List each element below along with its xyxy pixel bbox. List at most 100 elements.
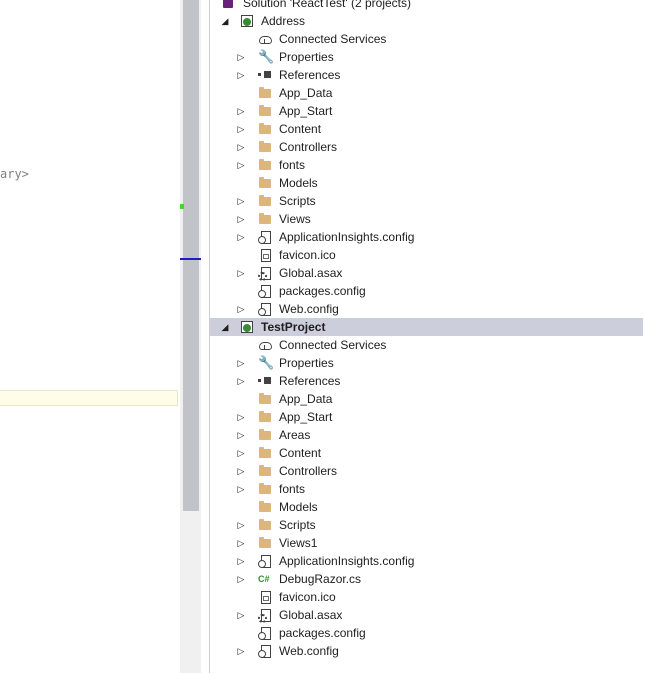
- tree-item[interactable]: ▷ ApplicationInsights.config: [210, 228, 643, 246]
- folder-icon: [258, 446, 272, 460]
- expanded-arrow-icon[interactable]: ◢: [220, 12, 230, 30]
- tree-item-label: ApplicationInsights.config: [279, 554, 415, 568]
- tree-item[interactable]: Connected Services: [210, 336, 643, 354]
- tree-item[interactable]: ▷ 🔧 Properties: [210, 48, 643, 66]
- folder-icon: [258, 176, 272, 190]
- tree-item[interactable]: ▷ Scripts: [210, 516, 643, 534]
- tree-item[interactable]: ▷ fonts: [210, 480, 643, 498]
- collapsed-arrow-icon[interactable]: ▷: [236, 192, 246, 210]
- tree-item[interactable]: ▷ Web.config: [210, 642, 643, 660]
- tree-item[interactable]: favicon.ico: [210, 246, 643, 264]
- tree-item[interactable]: ▷ ApplicationInsights.config: [210, 552, 643, 570]
- collapsed-arrow-icon[interactable]: ▷: [236, 570, 246, 588]
- tree-item-label: Scripts: [279, 194, 316, 208]
- collapsed-arrow-icon[interactable]: ▷: [236, 534, 246, 552]
- tree-item[interactable]: ▷ Content: [210, 444, 643, 462]
- tree-item-label: fonts: [279, 482, 306, 496]
- collapsed-arrow-icon[interactable]: ▷: [236, 444, 246, 462]
- folder-icon: [258, 536, 272, 550]
- config-file-icon: [258, 230, 272, 244]
- tree-item[interactable]: ▷ Controllers: [210, 138, 643, 156]
- tree-item[interactable]: ▷ References: [210, 372, 643, 390]
- image-file-icon: [258, 590, 272, 604]
- tree-item[interactable]: ▷ Controllers: [210, 462, 643, 480]
- tree-item[interactable]: ▷ Web.config: [210, 300, 643, 318]
- collapsed-arrow-icon[interactable]: ▷: [236, 354, 246, 372]
- config-file-icon: [258, 626, 272, 640]
- project-label: TestProject: [261, 320, 326, 334]
- solution-node[interactable]: Solution 'ReactTest' (2 projects): [210, 0, 643, 12]
- connected-services-icon: [258, 32, 272, 46]
- collapsed-arrow-icon[interactable]: ▷: [236, 642, 246, 660]
- collapsed-arrow-icon[interactable]: ▷: [236, 210, 246, 228]
- collapsed-arrow-icon[interactable]: ▷: [236, 120, 246, 138]
- collapsed-arrow-icon[interactable]: ▷: [236, 606, 246, 624]
- collapsed-arrow-icon[interactable]: ▷: [236, 372, 246, 390]
- collapsed-arrow-icon[interactable]: ▷: [236, 48, 246, 66]
- visual-studio-solution-icon: [221, 0, 235, 10]
- tree-item[interactable]: ▷ fonts: [210, 156, 643, 174]
- tree-item[interactable]: ▷ Content: [210, 120, 643, 138]
- collapsed-arrow-icon[interactable]: ▷: [236, 156, 246, 174]
- collapsed-arrow-icon[interactable]: ▷: [236, 552, 246, 570]
- tree-item[interactable]: ▷ Views: [210, 210, 643, 228]
- folder-icon: [258, 518, 272, 532]
- collapsed-arrow-icon[interactable]: ▷: [236, 228, 246, 246]
- code-editor[interactable]: ary>: [0, 0, 180, 673]
- code-text-fragment: ary>: [0, 167, 29, 181]
- tree-item-label: Scripts: [279, 518, 316, 532]
- folder-icon: [258, 212, 272, 226]
- collapsed-arrow-icon[interactable]: ▷: [236, 264, 246, 282]
- tree-item-label: App_Data: [279, 86, 333, 100]
- tree-item[interactable]: favicon.ico: [210, 588, 643, 606]
- tree-item[interactable]: ▷ 🔧 Properties: [210, 354, 643, 372]
- tree-item-label: Web.config: [279, 302, 339, 316]
- tree-item[interactable]: ▷ App_Start: [210, 102, 643, 120]
- asax-file-icon: [258, 608, 272, 623]
- pane-splitter[interactable]: [201, 0, 210, 673]
- csharp-file-icon: C#: [258, 574, 270, 584]
- expanded-arrow-icon[interactable]: ◢: [220, 318, 230, 336]
- web-project-icon: [240, 320, 254, 334]
- tree-item[interactable]: ▷ Global.asax: [210, 606, 643, 624]
- scrollbar-thumb[interactable]: [183, 0, 199, 511]
- collapsed-arrow-icon[interactable]: ▷: [236, 426, 246, 444]
- tree-item[interactable]: ▷ Scripts: [210, 192, 643, 210]
- collapsed-arrow-icon[interactable]: ▷: [236, 138, 246, 156]
- collapsed-arrow-icon[interactable]: ▷: [236, 462, 246, 480]
- collapsed-arrow-icon[interactable]: ▷: [236, 300, 246, 318]
- tree-item-label: Views1: [279, 536, 318, 550]
- tree-item[interactable]: ▷ Areas: [210, 426, 643, 444]
- tree-item-label: fonts: [279, 158, 306, 172]
- tree-item[interactable]: ▷ C# DebugRazor.cs: [210, 570, 643, 588]
- tree-item[interactable]: App_Data: [210, 390, 643, 408]
- tree-item[interactable]: ▷ Global.asax: [210, 264, 643, 282]
- tree-item-label: favicon.ico: [279, 248, 336, 262]
- tree-item[interactable]: App_Data: [210, 84, 643, 102]
- collapsed-arrow-icon[interactable]: ▷: [236, 408, 246, 426]
- folder-icon: [258, 140, 272, 154]
- tree-item[interactable]: ▷ Views1: [210, 534, 643, 552]
- collapsed-arrow-icon[interactable]: ▷: [236, 102, 246, 120]
- editor-vertical-scrollbar[interactable]: [180, 0, 201, 673]
- tree-item-label: Controllers: [279, 140, 338, 154]
- collapsed-arrow-icon[interactable]: ▷: [236, 66, 246, 84]
- config-file-icon: [258, 554, 272, 568]
- tree-item-label: Content: [279, 122, 322, 136]
- tree-item[interactable]: packages.config: [210, 282, 643, 300]
- tree-item[interactable]: Models: [210, 498, 643, 516]
- collapsed-arrow-icon[interactable]: ▷: [236, 480, 246, 498]
- tree-item[interactable]: ▷ App_Start: [210, 408, 643, 426]
- folder-icon: [258, 464, 272, 478]
- tree-item[interactable]: ▷ References: [210, 66, 643, 84]
- tree-item-label: Global.asax: [279, 266, 343, 280]
- tree-item[interactable]: Models: [210, 174, 643, 192]
- folder-icon: [258, 482, 272, 496]
- tree-item[interactable]: packages.config: [210, 624, 643, 642]
- references-icon: [258, 374, 272, 388]
- collapsed-arrow-icon[interactable]: ▷: [236, 516, 246, 534]
- solution-explorer-tree[interactable]: Solution 'ReactTest' (2 projects) ◢ Addres…: [210, 0, 645, 673]
- project-node-testproject[interactable]: ◢ TestProject: [210, 318, 643, 336]
- project-node-address[interactable]: ◢ Address: [210, 12, 643, 30]
- tree-item[interactable]: Connected Services: [210, 30, 643, 48]
